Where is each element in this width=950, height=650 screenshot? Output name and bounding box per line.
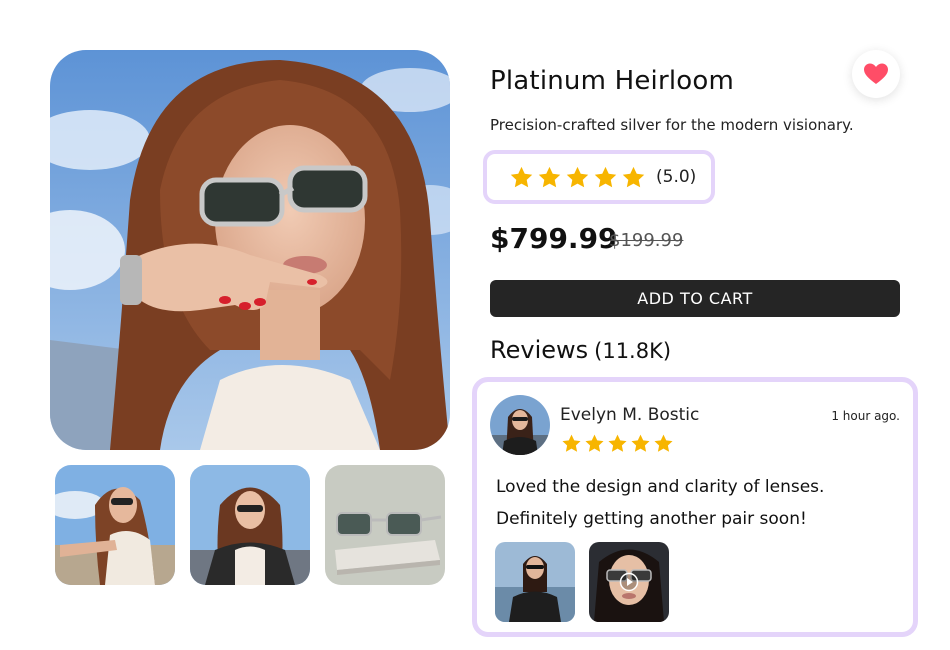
star-icon bbox=[607, 433, 628, 454]
reviews-heading: Reviews (11.8K) bbox=[490, 336, 671, 364]
star-icon bbox=[653, 433, 674, 454]
current-price: $799.99 bbox=[490, 222, 618, 255]
star-icon bbox=[593, 165, 618, 190]
star-icon bbox=[621, 165, 646, 190]
reviews-count: (11.8K) bbox=[594, 339, 672, 363]
review-timestamp: 1 hour ago. bbox=[831, 409, 900, 423]
review-stars bbox=[561, 433, 674, 454]
main-product-image[interactable] bbox=[50, 50, 450, 450]
thumbnail-1[interactable] bbox=[55, 465, 175, 585]
reviews-title: Reviews bbox=[490, 336, 589, 364]
review-video-1[interactable] bbox=[589, 542, 669, 622]
star-icon bbox=[561, 433, 582, 454]
review-card: Evelyn M. Bostic 1 hour ago. Loved the d… bbox=[472, 377, 918, 637]
play-icon[interactable] bbox=[619, 572, 639, 592]
review-photo-1[interactable] bbox=[495, 542, 575, 622]
product-rating: (5.0) bbox=[483, 150, 715, 204]
review-text-line-1: Loved the design and clarity of lenses. bbox=[496, 477, 825, 497]
review-text-line-2: Definitely getting another pair soon! bbox=[496, 509, 807, 529]
rating-stars bbox=[509, 165, 646, 190]
favorite-button[interactable] bbox=[852, 50, 900, 98]
original-price: $199.99 bbox=[609, 230, 684, 251]
star-icon bbox=[565, 165, 590, 190]
heart-icon bbox=[864, 63, 888, 84]
thumbnail-2[interactable] bbox=[190, 465, 310, 585]
thumbnail-3[interactable] bbox=[325, 465, 445, 585]
star-icon bbox=[584, 433, 605, 454]
product-title: Platinum Heirloom bbox=[490, 66, 735, 96]
reviewer-name: Evelyn M. Bostic bbox=[560, 405, 700, 425]
star-icon bbox=[537, 165, 562, 190]
star-icon bbox=[630, 433, 651, 454]
star-icon bbox=[509, 165, 534, 190]
avatar[interactable] bbox=[490, 395, 550, 455]
product-subtitle: Precision-crafted silver for the modern … bbox=[490, 116, 854, 134]
add-to-cart-button[interactable]: ADD TO CART bbox=[490, 280, 900, 317]
rating-value: (5.0) bbox=[656, 167, 697, 187]
